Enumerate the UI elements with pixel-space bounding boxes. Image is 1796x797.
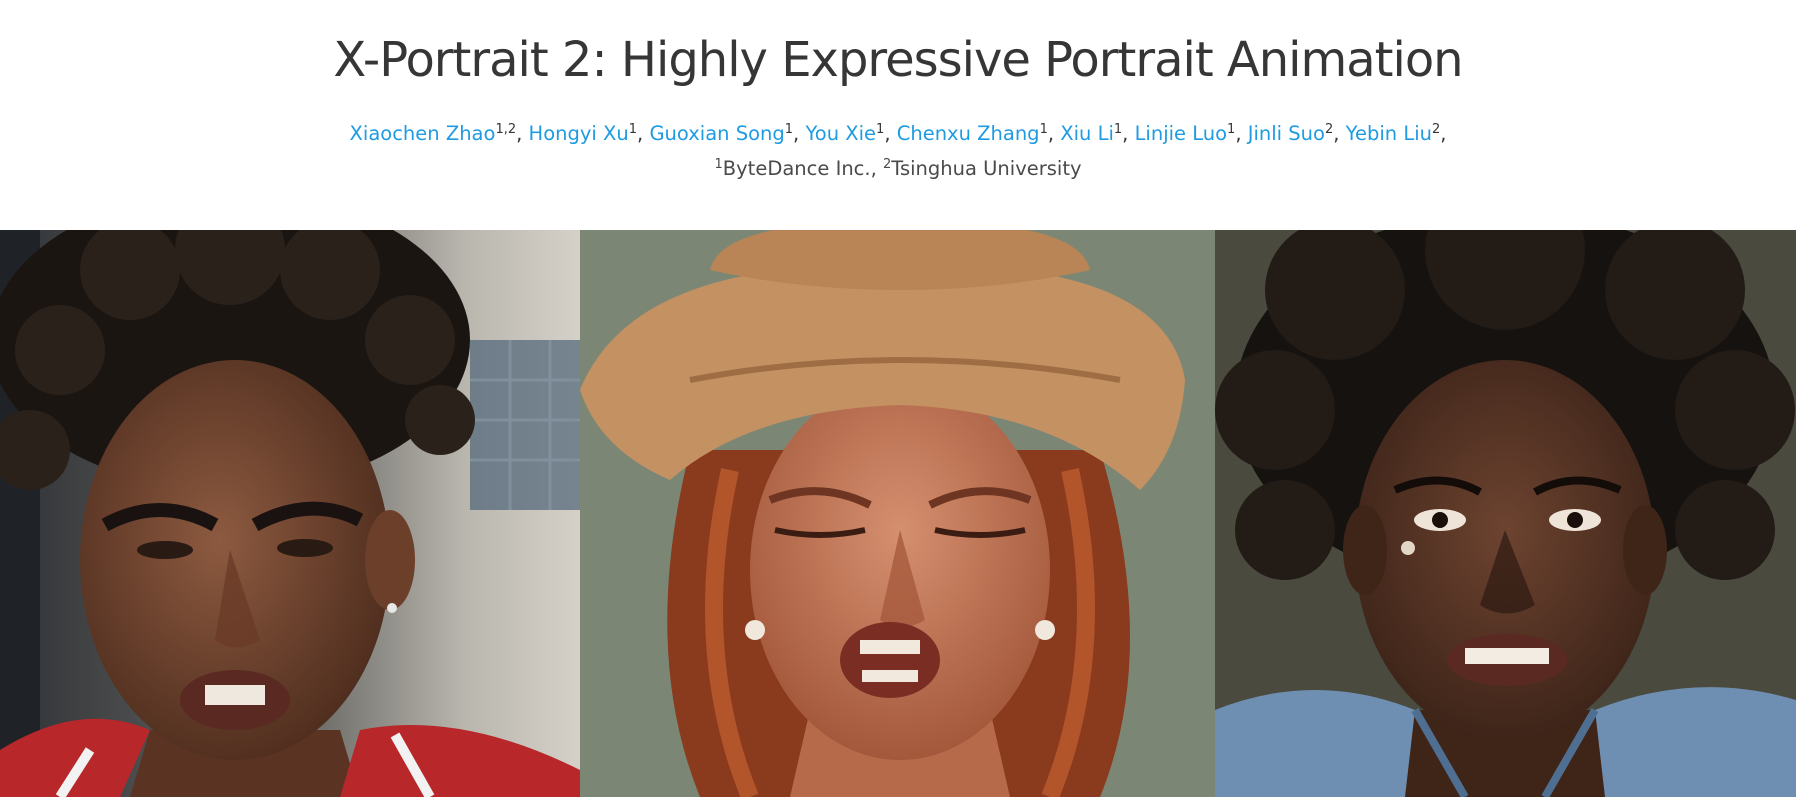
author-affiliation-sup: 1 bbox=[784, 122, 794, 137]
author-affiliation-sup: 1 bbox=[628, 122, 638, 137]
portrait-frowning-young-man-icon bbox=[0, 230, 580, 797]
affiliation-sup: 1 bbox=[714, 157, 723, 172]
video-panel-3[interactable] bbox=[1215, 230, 1796, 797]
author-link[interactable]: Hongyi Xu bbox=[529, 122, 629, 145]
affiliation-list: 1ByteDance Inc., 2Tsinghua University bbox=[0, 151, 1796, 183]
affiliation-name: ByteDance Inc., bbox=[722, 157, 877, 180]
author-affiliation-sup: 1,2 bbox=[495, 122, 517, 137]
author-link[interactable]: Chenxu Zhang bbox=[897, 122, 1040, 145]
video-panel-1[interactable] bbox=[0, 230, 580, 797]
affiliation-name: Tsinghua University bbox=[891, 157, 1082, 180]
page-title: X-Portrait 2: Highly Expressive Portrait… bbox=[333, 32, 1463, 88]
author-affiliation-sup: 2 bbox=[1431, 122, 1441, 137]
portrait-video-strip bbox=[0, 230, 1796, 797]
author-link[interactable]: Yebin Liu bbox=[1346, 122, 1432, 145]
video-panel-2[interactable] bbox=[580, 230, 1215, 797]
author-link[interactable]: Xiaochen Zhao bbox=[350, 122, 496, 145]
author-list: Xiaochen Zhao1,2, Hongyi Xu1, Guoxian So… bbox=[349, 122, 1447, 145]
author-affiliation-sup: 1 bbox=[1039, 122, 1048, 137]
author-link[interactable]: Jinli Suo bbox=[1248, 122, 1325, 145]
author-link[interactable]: You Xie bbox=[805, 122, 876, 145]
portrait-woman-in-hat-grimacing-icon bbox=[580, 230, 1215, 797]
author-affiliation-sup: 1 bbox=[1113, 122, 1123, 137]
portrait-woman-crying-icon bbox=[1215, 230, 1796, 797]
author-affiliation-sup: 2 bbox=[1324, 122, 1334, 137]
page-header: X-Portrait 2: Highly Expressive Portrait… bbox=[0, 0, 1796, 230]
author-link[interactable]: Guoxian Song bbox=[649, 122, 784, 145]
author-link[interactable]: Linjie Luo bbox=[1135, 122, 1227, 145]
author-link[interactable]: Xiu Li bbox=[1060, 122, 1114, 145]
